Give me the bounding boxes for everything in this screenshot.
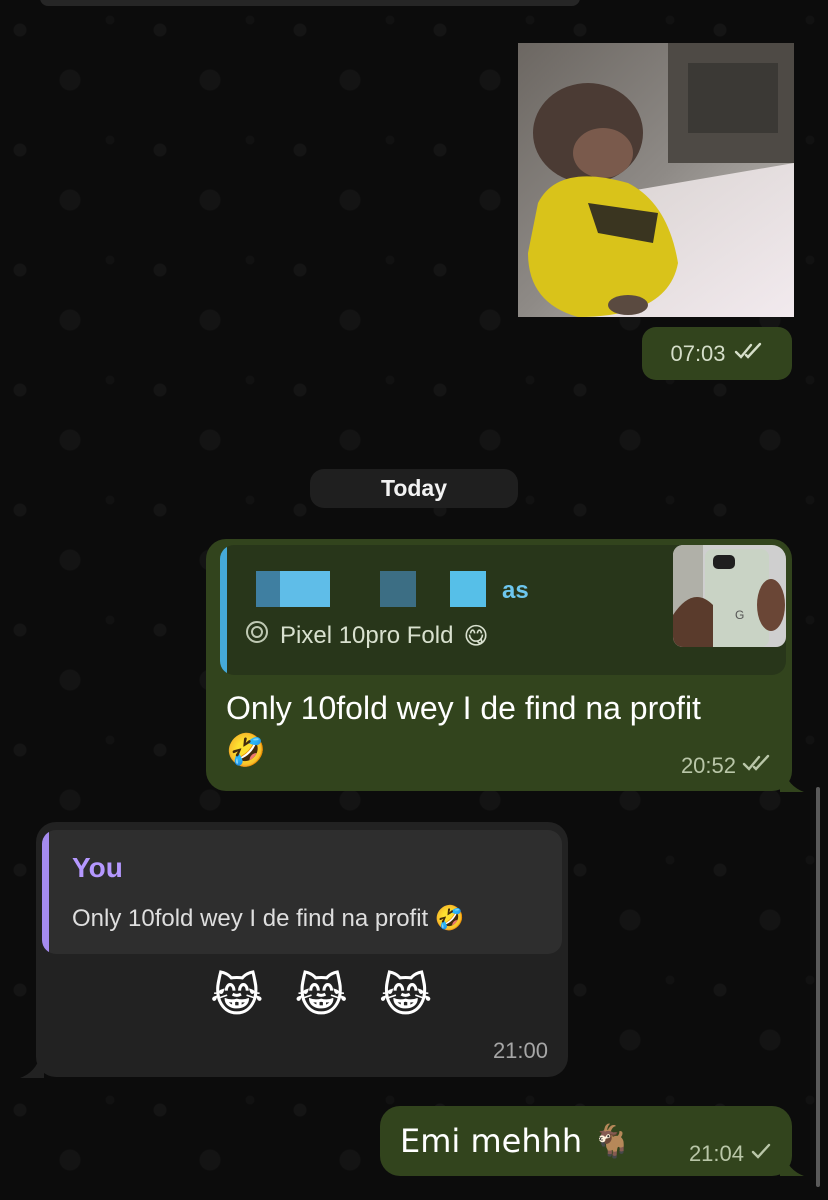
- svg-text:G: G: [735, 608, 744, 622]
- previous-message-edge: [40, 0, 580, 6]
- circle-target-icon: [244, 619, 270, 652]
- reply-quote-block[interactable]: as Pixel 10pro Fold 😋 G: [220, 545, 786, 675]
- message-meta: 21:04: [689, 1141, 772, 1167]
- date-separator: Today: [310, 469, 518, 508]
- scrollbar[interactable]: [816, 787, 820, 1187]
- redaction-block: [380, 571, 416, 607]
- incoming-message-bubble[interactable]: You Only 10fold wey I de find na profit …: [36, 822, 568, 1077]
- redaction-block: [450, 571, 486, 607]
- quoted-sender-name: as: [502, 577, 529, 604]
- message-text: Emi mehhh 🐐: [400, 1122, 633, 1160]
- message-meta: 20:52: [681, 753, 772, 779]
- double-check-icon: [734, 341, 764, 367]
- quoted-sender-name: You: [72, 852, 123, 883]
- message-time: 21:00: [492, 1038, 548, 1063]
- single-check-icon: [750, 1141, 772, 1167]
- outgoing-message-bubble[interactable]: as Pixel 10pro Fold 😋 G Only 10fold wey …: [206, 539, 792, 791]
- quoted-text: Only 10fold wey I de find na profit 🤣: [72, 905, 465, 932]
- message-time: 21:04: [688, 1141, 744, 1166]
- redaction-block: [256, 571, 280, 607]
- bubble-tail-icon: [780, 770, 804, 792]
- message-emoji: 🤣: [226, 731, 266, 769]
- reply-accent-bar: [42, 830, 49, 954]
- reply-quote-block[interactable]: You Only 10fold wey I de find na profit …: [42, 830, 562, 954]
- message-time: 07:03: [670, 340, 726, 366]
- video-time-badge: 07:03: [642, 327, 792, 380]
- bubble-tail-icon: [780, 1154, 804, 1176]
- quoted-message-line: Pixel 10pro Fold 😋: [244, 619, 488, 652]
- quoted-photo-thumbnail[interactable]: G: [673, 545, 786, 647]
- message-emoji-text: 😹 😹 😹: [210, 968, 441, 1022]
- message-time: 20:52: [680, 753, 736, 778]
- outgoing-message-bubble[interactable]: Emi mehhh 🐐 21:04: [380, 1106, 792, 1176]
- quoted-emoji: 😋: [463, 621, 489, 650]
- video-thumbnail[interactable]: [518, 43, 794, 317]
- quoted-text: Pixel 10pro Fold: [280, 621, 454, 649]
- bubble-tail-icon: [20, 1056, 44, 1078]
- redaction-block: [280, 571, 330, 607]
- double-check-icon: [742, 753, 772, 779]
- reply-accent-bar: [220, 545, 227, 675]
